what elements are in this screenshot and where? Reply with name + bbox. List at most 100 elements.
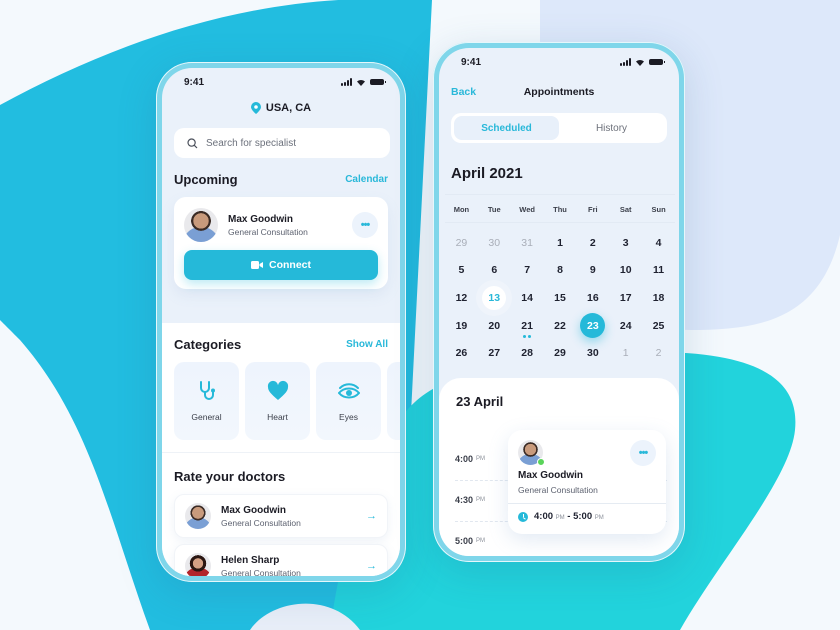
status-bar: 9:41 bbox=[162, 68, 400, 96]
calendar-day[interactable]: 29 bbox=[544, 339, 577, 367]
day-number: 6 bbox=[491, 264, 498, 277]
background-blobs bbox=[0, 0, 840, 630]
calendar-day[interactable]: 1 bbox=[544, 229, 577, 257]
calendar-day[interactable]: 25 bbox=[642, 312, 675, 340]
map-pin-icon bbox=[250, 102, 261, 114]
segmented-control: Scheduled History bbox=[451, 113, 667, 143]
home-screen: 9:41 USA, CA Search for specialist Upcom… bbox=[162, 68, 400, 576]
day-number: 21 bbox=[521, 319, 533, 332]
calendar-day[interactable]: 9 bbox=[576, 257, 609, 285]
status-bar: 9:41 bbox=[439, 48, 679, 76]
calendar-day[interactable]: 30 bbox=[576, 339, 609, 367]
arrow-right-icon[interactable]: → bbox=[366, 510, 377, 522]
day-number: 9 bbox=[589, 264, 596, 277]
wifi-icon bbox=[357, 79, 365, 86]
home-lower-panel: Categories Show All General Heart Eyes R… bbox=[162, 323, 400, 576]
category-heart[interactable]: Heart bbox=[245, 362, 310, 440]
weekday-label: Thu bbox=[553, 205, 567, 214]
weekday-label: Tue bbox=[487, 205, 501, 214]
rate-doctor-item[interactable]: Helen Sharp General Consultation → bbox=[174, 544, 388, 576]
location-label: USA, CA bbox=[265, 102, 312, 114]
calendar-day[interactable]: 1 bbox=[609, 339, 642, 367]
category-label: Eyes bbox=[339, 412, 358, 422]
day-number: 11 bbox=[653, 264, 665, 277]
calendar-day[interactable]: 28 bbox=[511, 339, 544, 367]
calendar-day[interactable]: 14 bbox=[511, 284, 544, 312]
day-number: 14 bbox=[521, 291, 533, 304]
calendar-day-today[interactable]: 13 bbox=[478, 284, 511, 312]
rate-doctor-item[interactable]: Max Goodwin General Consultation → bbox=[174, 494, 388, 538]
doctor-name: Max Goodwin bbox=[228, 213, 293, 225]
calendar-link[interactable]: Calendar bbox=[345, 174, 388, 185]
calendar-day[interactable]: 5 bbox=[445, 257, 478, 285]
nav-bar: Back Appointments bbox=[439, 82, 679, 102]
doctor-name: Max Goodwin bbox=[518, 470, 583, 481]
day-number: 28 bbox=[521, 347, 533, 360]
category-eyes[interactable]: Eyes bbox=[316, 362, 381, 440]
back-button[interactable]: Back bbox=[451, 86, 476, 98]
calendar-day[interactable]: 27 bbox=[478, 339, 511, 367]
calendar-day[interactable]: 11 bbox=[642, 257, 675, 285]
calendar-day[interactable]: 24 bbox=[609, 312, 642, 340]
categories-title: Categories bbox=[174, 337, 242, 352]
day-number: 7 bbox=[524, 264, 531, 277]
category-general[interactable]: General bbox=[174, 362, 239, 440]
calendar-day[interactable]: 26 bbox=[445, 339, 478, 367]
calendar-day[interactable]: 6 bbox=[478, 257, 511, 285]
calendar-day[interactable]: 8 bbox=[544, 257, 577, 285]
category-partial[interactable] bbox=[387, 362, 400, 440]
appointment-card[interactable]: ••• Max Goodwin General Consultation 4:0… bbox=[508, 430, 666, 534]
day-number: 1 bbox=[622, 347, 629, 360]
connect-button[interactable]: Connect bbox=[184, 250, 378, 280]
more-options-button[interactable]: ••• bbox=[352, 212, 378, 238]
video-camera-icon bbox=[251, 261, 263, 269]
battery-icon bbox=[649, 59, 665, 65]
day-number: 20 bbox=[488, 319, 501, 332]
location-selector[interactable]: USA, CA bbox=[162, 102, 400, 114]
calendar-day[interactable]: 29 bbox=[445, 229, 478, 257]
calendar-day[interactable]: 4 bbox=[642, 229, 675, 257]
calendar-day[interactable]: 18 bbox=[642, 284, 675, 312]
day-number: 15 bbox=[554, 291, 566, 304]
day-number: 3 bbox=[622, 236, 629, 249]
calendar-day[interactable]: 2 bbox=[642, 339, 675, 367]
day-number: 13 bbox=[482, 285, 507, 310]
arrow-right-icon[interactable]: → bbox=[366, 560, 377, 572]
calendar-day[interactable]: 2 bbox=[576, 229, 609, 257]
calendar-day[interactable]: 7 bbox=[511, 257, 544, 285]
day-number: 2 bbox=[589, 236, 596, 249]
weekday-header: Mon Tue Wed Thu Fri Sat Sun bbox=[445, 194, 675, 223]
calendar-day[interactable]: 19 bbox=[445, 312, 478, 340]
calendar-day[interactable]: 17 bbox=[609, 284, 642, 312]
doctor-avatar bbox=[185, 553, 211, 576]
doctor-specialty: General Consultation bbox=[518, 485, 598, 495]
doctor-name: Max Goodwin bbox=[221, 504, 286, 516]
tab-history[interactable]: History bbox=[559, 116, 664, 140]
home-phone: 9:41 USA, CA Search for specialist Upcom… bbox=[156, 62, 406, 582]
calendar-day[interactable]: 10 bbox=[609, 257, 642, 285]
calendar-day-selected[interactable]: 23 bbox=[576, 312, 609, 340]
calendar-day[interactable]: 31 bbox=[511, 229, 544, 257]
calendar-day[interactable]: 20 bbox=[478, 312, 511, 340]
day-number: 12 bbox=[455, 291, 468, 304]
show-all-link[interactable]: Show All bbox=[346, 339, 388, 350]
calendar-day[interactable]: 22 bbox=[544, 312, 577, 340]
stethoscope-icon bbox=[199, 381, 215, 400]
rate-title: Rate your doctors bbox=[174, 469, 286, 484]
more-options-button[interactable]: ••• bbox=[630, 440, 656, 466]
day-number: 30 bbox=[488, 236, 501, 249]
day-number: 26 bbox=[455, 347, 468, 360]
tab-scheduled[interactable]: Scheduled bbox=[454, 116, 559, 140]
calendar-day[interactable]: 15 bbox=[544, 284, 577, 312]
calendar-day[interactable]: 21 bbox=[511, 312, 544, 340]
calendar-day[interactable]: 3 bbox=[609, 229, 642, 257]
wifi-icon bbox=[636, 59, 644, 66]
signal-icon bbox=[620, 58, 631, 66]
calendar-day[interactable]: 12 bbox=[445, 284, 478, 312]
calendar-day[interactable]: 30 bbox=[478, 229, 511, 257]
calendar-day[interactable]: 16 bbox=[576, 284, 609, 312]
day-number: 5 bbox=[458, 264, 465, 277]
weekday-label: Sun bbox=[651, 205, 666, 214]
search-input[interactable]: Search for specialist bbox=[174, 128, 390, 158]
day-number: 10 bbox=[619, 264, 632, 277]
